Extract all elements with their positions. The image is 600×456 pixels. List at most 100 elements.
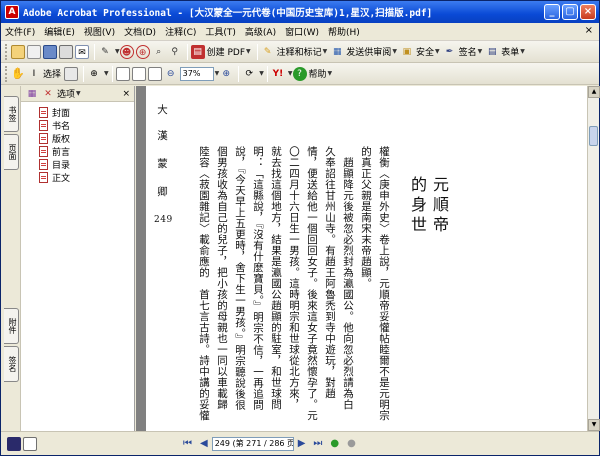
print-icon[interactable] <box>59 44 73 59</box>
bookmark-icon[interactable]: ▦ <box>25 87 39 101</box>
attach-icon[interactable]: ✎ <box>98 45 112 59</box>
rotate-icon[interactable]: ⟳ <box>242 67 256 81</box>
form-icon: ▤ <box>487 46 497 57</box>
zoom-out-icon[interactable]: ⊖ <box>164 67 178 81</box>
bookmark-page-icon <box>39 107 48 118</box>
text-line: 的真正父親是南宋末帝趙顯。 <box>360 146 372 289</box>
text-line: 〇二四月十六日生一男孩。這時明宗和世球從北方來， <box>288 146 300 410</box>
bookmark-item[interactable]: 封面 <box>39 106 134 119</box>
fit-width-icon[interactable] <box>147 66 162 81</box>
delete-bookmark-icon[interactable]: ✕ <box>41 87 55 101</box>
page-number-input[interactable]: 249 (第 271 / 286 页) <box>211 436 294 451</box>
forms-button[interactable]: ▤ 表单 ▼ <box>485 43 525 61</box>
next-view-icon[interactable]: ● <box>347 438 356 449</box>
window-title: Adobe Acrobat Professional - [大汉蒙全一元代卷(中… <box>23 8 433 19</box>
toolbar-grip[interactable] <box>5 65 8 82</box>
running-header: 卿 <box>156 186 168 197</box>
menu-help[interactable]: 帮助(H) <box>328 25 360 38</box>
zoom-in-icon[interactable]: ⊕ <box>87 67 101 81</box>
text-line: 說，『今天早上五更時，舍下生一男孩。』明宗聽說後很 <box>234 146 246 411</box>
options-menu[interactable]: 选项 ▼ <box>57 85 81 103</box>
create-icon[interactable] <box>27 44 41 59</box>
fit-page-icon[interactable] <box>131 66 146 81</box>
text-line: 明：「這縣說，『沒有什麼寶貝。』明宗不信，一再追問 <box>252 146 264 411</box>
scroll-thumb[interactable] <box>589 126 598 146</box>
page-layout-icon[interactable] <box>7 436 21 451</box>
menu-comments[interactable]: 注释(C) <box>165 25 196 38</box>
lock-icon: ▣ <box>402 46 412 57</box>
page-number: 249 <box>154 215 173 225</box>
select-tool-button[interactable]: Ⅰ 选择 <box>27 65 61 83</box>
next-page-icon[interactable]: ▶ <box>298 438 306 449</box>
menu-tools[interactable]: 工具(T) <box>205 25 236 38</box>
continuous-layout-icon[interactable] <box>23 436 37 451</box>
yahoo-icon[interactable]: Y! <box>271 67 285 81</box>
pdf-icon[interactable]: ⊕ <box>135 44 150 59</box>
bookmark-page-icon <box>39 172 48 183</box>
menu-view[interactable]: 视图(V) <box>84 25 115 38</box>
email-icon[interactable]: ✉ <box>75 44 89 59</box>
snapshot-icon[interactable] <box>64 66 79 81</box>
text-line: 久奉詔往甘州山寺。有趙王阿魯禿到寺中遊玩，對趙 <box>324 146 336 399</box>
document-view[interactable]: 大 漢 蒙 卿 249 陸容〈菽園雜記〉載俞應的 首七言古詩。詩中講的妥懽 個男… <box>136 86 587 431</box>
pdf-page: 大 漢 蒙 卿 249 陸容〈菽園雜記〉載俞應的 首七言古詩。詩中講的妥懽 個男… <box>146 86 587 431</box>
acrobat-window: A Adobe Acrobat Professional - [大汉蒙全一元代卷… <box>0 0 600 456</box>
save-icon[interactable] <box>43 44 57 59</box>
review-icon: ▦ <box>333 46 342 57</box>
stamp-icon[interactable]: ☻ <box>119 44 134 59</box>
search-icon[interactable]: ⌕ <box>152 45 166 59</box>
toolbar-separator <box>83 65 85 82</box>
open-folder-icon[interactable] <box>11 44 25 59</box>
hand-tool-icon[interactable]: ✋ <box>11 67 25 81</box>
tab-signatures[interactable]: 签名 <box>4 346 19 382</box>
send-review-button[interactable]: ▦ 发送供审阅 ▼ <box>330 43 397 61</box>
sign-button[interactable]: ✒ 签名 ▼ <box>443 43 482 61</box>
secure-button[interactable]: ▣ 安全 ▼ <box>400 43 440 61</box>
panel-close-icon[interactable]: × <box>122 89 130 99</box>
bookmark-item[interactable]: 书名 <box>39 119 134 132</box>
text-cursor-icon: Ⅰ <box>32 68 36 79</box>
binoculars-icon[interactable]: ⚲ <box>168 45 182 59</box>
previous-page-icon[interactable]: ◀ <box>200 438 208 449</box>
menu-file[interactable]: 文件(F) <box>5 25 35 38</box>
first-page-icon[interactable]: ⏮ <box>183 438 192 449</box>
bookmark-item[interactable]: 前言 <box>39 145 134 158</box>
actual-size-icon[interactable] <box>115 66 130 81</box>
create-pdf-icon: ▤ <box>190 44 205 59</box>
help-icon: ? <box>292 66 307 81</box>
bookmark-item[interactable]: 版权 <box>39 132 134 145</box>
chapter-title: 的身世 <box>408 176 427 236</box>
close-button[interactable]: × <box>580 4 596 20</box>
menu-document[interactable]: 文档(D) <box>124 25 156 38</box>
last-page-icon[interactable]: ⏭ <box>313 438 322 449</box>
toolbar-grip[interactable] <box>5 43 8 60</box>
comment-icon: ✎ <box>263 46 272 57</box>
create-pdf-button[interactable]: ▤ 创建 PDF ▼ <box>190 43 251 61</box>
scroll-down-icon[interactable]: ▼ <box>588 419 600 431</box>
scroll-up-icon[interactable]: ▲ <box>588 86 600 98</box>
maximize-button[interactable]: ▢ <box>562 4 578 20</box>
comment-markup-button[interactable]: ✎ 注释和标记 ▼ <box>261 43 327 61</box>
toolbar-separator <box>256 43 258 60</box>
tab-bookmarks[interactable]: 书签 <box>4 96 19 132</box>
tab-attachments[interactable]: 附件 <box>4 308 19 344</box>
help-button[interactable]: ? 帮助 ▼ <box>292 65 332 83</box>
bookmark-item[interactable]: 正文 <box>39 171 134 184</box>
bookmarks-panel-header: ▦ ✕ 选项 ▼ × <box>21 86 134 102</box>
toolbar-separator <box>111 65 113 82</box>
text-line: 陸容〈菽園雜記〉載俞應的 首七言古詩。詩中講的妥懽 <box>198 146 210 421</box>
tab-pages[interactable]: 页面 <box>4 134 19 170</box>
menu-advanced[interactable]: 高级(A) <box>245 25 276 38</box>
document-close-icon[interactable]: × <box>585 25 593 36</box>
zoom-plus-icon[interactable]: ⊕ <box>219 67 233 81</box>
bookmark-item[interactable]: 目录 <box>39 158 134 171</box>
minimize-button[interactable]: _ <box>544 4 560 20</box>
bookmark-page-icon <box>39 133 48 144</box>
previous-view-icon[interactable]: ● <box>330 438 339 449</box>
menu-window[interactable]: 窗口(W) <box>285 25 319 38</box>
menu-edit[interactable]: 编辑(E) <box>44 25 75 38</box>
text-line: 情，便送給他一個回回女子。後來這女子竟然懷孕了。元 <box>306 146 318 421</box>
vertical-scrollbar[interactable]: ▲ ▼ <box>587 86 600 431</box>
acrobat-icon: A <box>5 5 19 19</box>
zoom-level-input[interactable]: 37% <box>179 66 214 81</box>
